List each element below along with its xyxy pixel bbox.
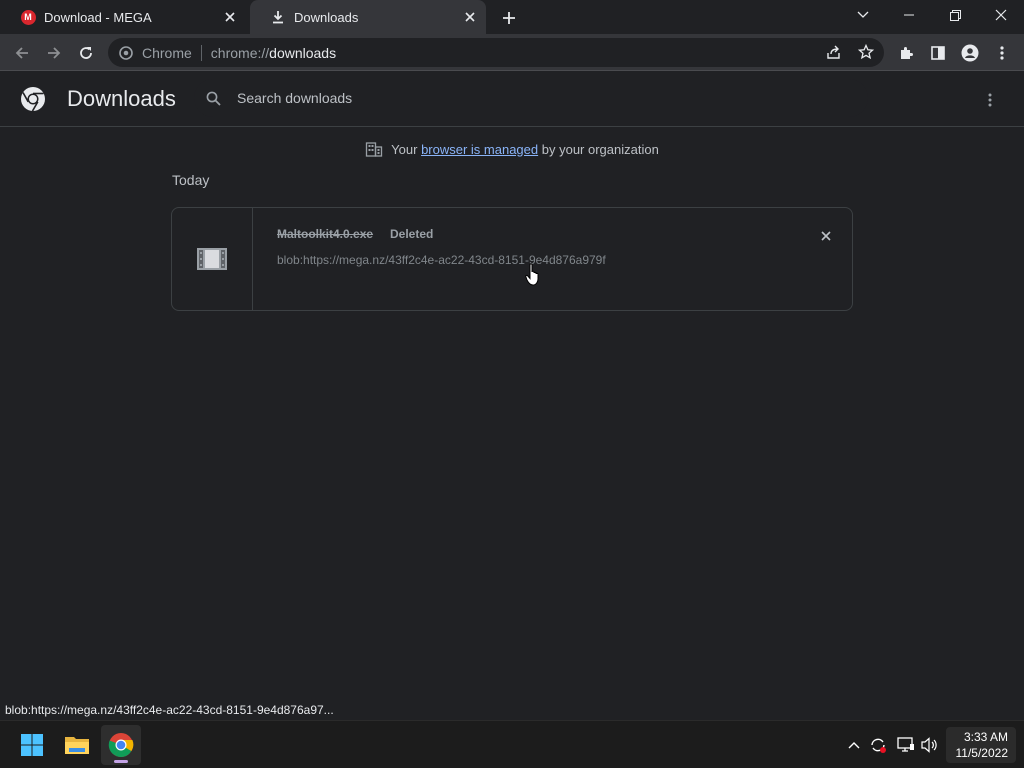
profile-icon	[961, 44, 979, 62]
restore-button[interactable]	[932, 0, 978, 30]
tab-search-button[interactable]	[840, 0, 886, 30]
tab-title: Download - MEGA	[44, 9, 152, 25]
omnibox-divider	[200, 44, 202, 61]
minimize-button[interactable]	[886, 0, 932, 30]
close-icon	[821, 231, 831, 241]
new-tab-button[interactable]	[498, 7, 520, 29]
close-window-button[interactable]	[978, 0, 1024, 30]
site-chip: Chrome	[142, 44, 192, 61]
download-source-url[interactable]: blob:https://mega.nz/43ff2c4e-ac22-43cd-…	[277, 253, 606, 267]
url-scheme: chrome://	[210, 44, 270, 61]
more-vert-icon	[988, 93, 992, 107]
managed-notice: Your browser is managed by your organiza…	[0, 140, 1024, 158]
file-explorer-button[interactable]	[57, 725, 97, 765]
restore-icon	[949, 9, 961, 21]
forward-button[interactable]	[40, 39, 68, 67]
active-app-indicator	[114, 760, 128, 763]
minimize-icon	[904, 14, 914, 16]
mega-logo-letter: M	[20, 9, 36, 25]
reload-icon	[80, 47, 92, 59]
download-icon	[270, 9, 286, 25]
back-button[interactable]	[8, 39, 36, 67]
plus-icon	[503, 12, 515, 24]
side-panel-icon	[931, 46, 945, 60]
hand-pointer-cursor-icon	[525, 263, 539, 286]
arrow-left-icon	[15, 47, 28, 59]
chrome-icon	[108, 733, 134, 758]
browser-menu-button[interactable]	[988, 39, 1016, 67]
mega-logo-icon: M	[20, 9, 36, 25]
clock-date: 11/5/2022	[955, 746, 1009, 760]
link-status-bar: blob:https://mega.nz/43ff2c4e-ac22-43cd-…	[0, 700, 339, 720]
date-heading: Today	[172, 172, 210, 188]
browser-toolbar: Chrome chrome://downloads	[0, 34, 1024, 71]
extensions-button[interactable]	[892, 39, 920, 67]
reload-button[interactable]	[72, 39, 100, 67]
search-icon	[204, 89, 222, 107]
managed-suffix: by your organization	[541, 141, 659, 157]
close-icon	[995, 9, 1007, 21]
folder-icon	[65, 737, 89, 754]
side-panel-button[interactable]	[924, 39, 952, 67]
remove-download-button[interactable]	[816, 226, 836, 246]
download-filename[interactable]: Maltoolkit4.0.exe	[277, 227, 373, 241]
tab-mega[interactable]: M Download - MEGA	[0, 0, 246, 34]
network-icon	[897, 737, 914, 752]
file-icon-column	[172, 208, 253, 310]
bookmark-button[interactable]	[854, 40, 878, 64]
share-button[interactable]	[822, 40, 846, 64]
browser-managed-link[interactable]: browser is managed	[421, 142, 538, 157]
download-status: Deleted	[390, 227, 434, 241]
downloads-menu-button[interactable]	[978, 88, 1002, 112]
close-tab-icon[interactable]	[222, 9, 238, 25]
show-hidden-icons-button[interactable]	[844, 735, 864, 755]
building-icon	[365, 140, 383, 158]
chevron-down-icon	[857, 11, 869, 18]
sync-icon	[871, 738, 886, 753]
windows-logo-icon	[21, 734, 43, 756]
chrome-logo-icon	[21, 87, 45, 112]
volume-tray-button[interactable]	[920, 735, 940, 755]
puzzle-icon	[901, 47, 913, 59]
chrome-site-icon	[118, 45, 134, 61]
share-icon	[827, 45, 840, 59]
tab-strip: M Download - MEGA Downloads	[0, 0, 1024, 34]
address-bar[interactable]: Chrome chrome://downloads	[108, 38, 884, 67]
clock-time: 3:33 AM	[963, 730, 1008, 744]
page-title: Downloads	[67, 86, 176, 111]
more-vert-icon	[1000, 46, 1004, 60]
speaker-icon	[921, 737, 937, 753]
chevron-up-icon	[848, 742, 860, 749]
taskbar-clock[interactable]: 3:33 AM 11/5/2022	[946, 727, 1016, 763]
sync-tray-button[interactable]	[868, 735, 888, 755]
search-downloads-input[interactable]	[237, 90, 837, 106]
url-host: downloads	[269, 44, 337, 61]
executable-file-icon	[197, 248, 227, 270]
managed-prefix: Your	[391, 141, 418, 157]
star-icon	[858, 44, 874, 60]
close-tab-icon[interactable]	[462, 9, 478, 25]
tab-title: Downloads	[294, 9, 359, 25]
download-item: Maltoolkit4.0.exe Deleted blob:https://m…	[171, 207, 853, 311]
windows-taskbar: 3:33 AM 11/5/2022	[0, 720, 1024, 768]
downloads-header: Downloads	[0, 71, 1024, 127]
network-tray-button[interactable]	[896, 735, 916, 755]
tab-downloads[interactable]: Downloads	[250, 0, 486, 34]
profile-button[interactable]	[956, 39, 984, 67]
chrome-taskbar-button[interactable]	[101, 725, 141, 765]
arrow-right-icon	[48, 47, 61, 59]
start-button[interactable]	[12, 725, 52, 765]
search-downloads-box[interactable]	[194, 79, 868, 117]
